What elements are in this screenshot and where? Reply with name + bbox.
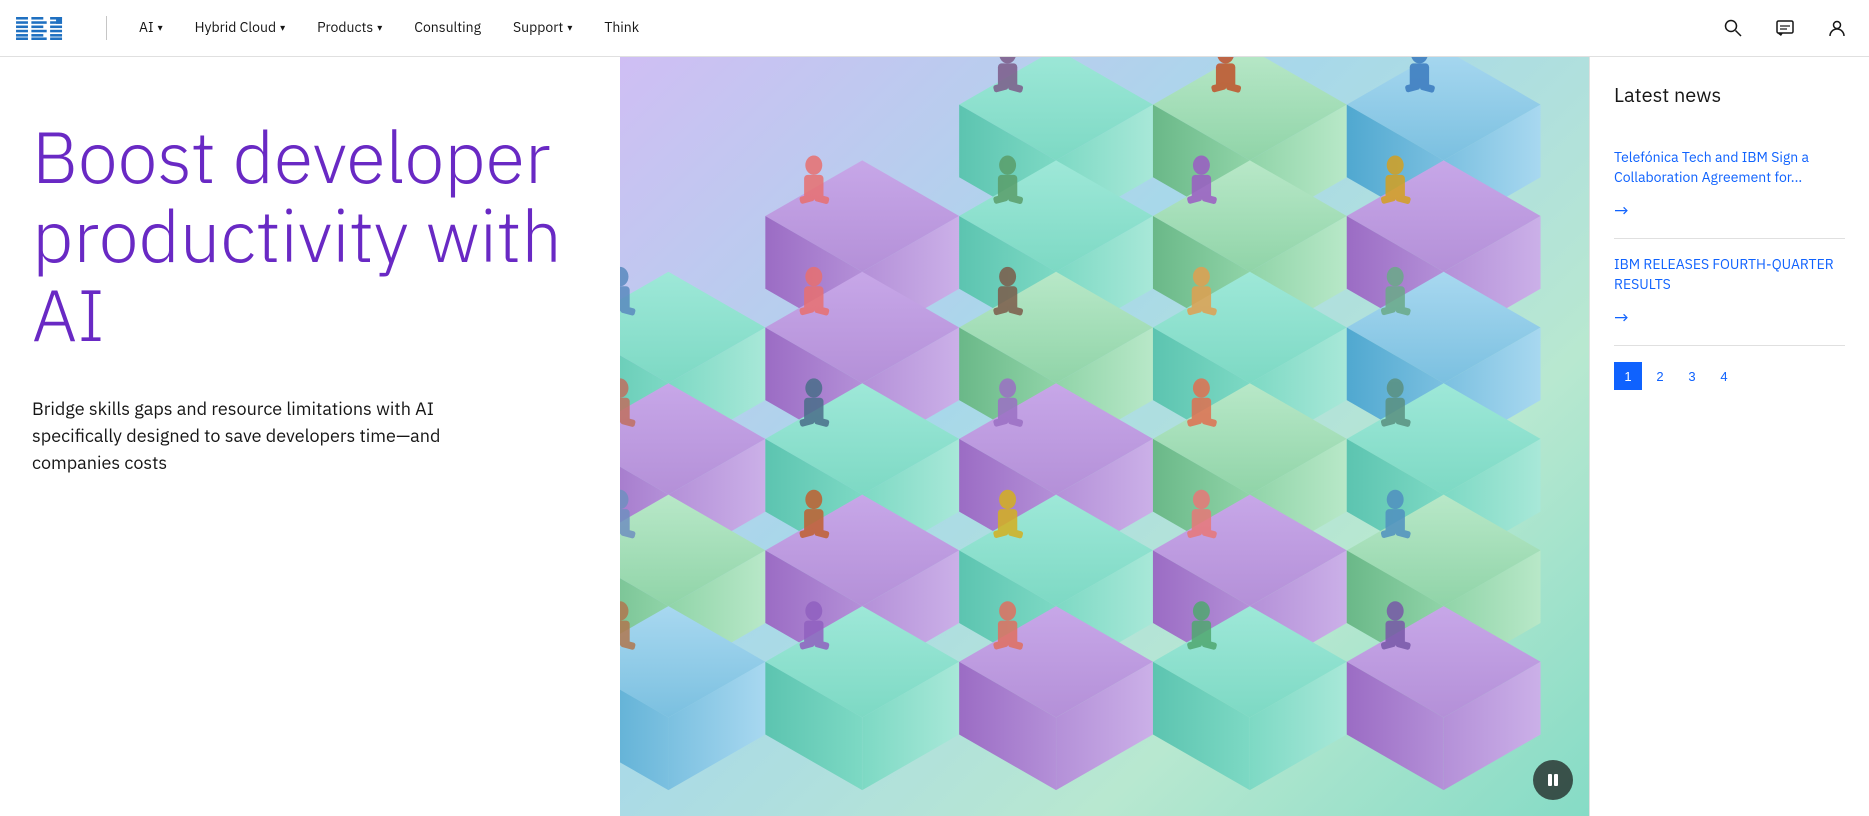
chevron-down-icon: ▾ [158, 21, 163, 34]
hero-image-inner [620, 57, 1589, 816]
nav-label-ai: AI [139, 18, 154, 36]
nav-actions [1709, 0, 1869, 57]
news-link-1[interactable]: Telefónica Tech and IBM Sign a Collabora… [1614, 148, 1845, 187]
chat-button[interactable] [1761, 0, 1809, 57]
nav-label-support: Support [513, 18, 563, 36]
page-btn-3[interactable]: 3 [1678, 362, 1706, 390]
nav-item-products[interactable]: Products ▾ [301, 0, 398, 57]
hero-title: Boost developer productivity with AI [32, 117, 572, 355]
news-link-2[interactable]: IBM RELEASES FOURTH-QUARTER RESULTS [1614, 255, 1845, 294]
user-icon [1827, 18, 1847, 38]
hero-subtitle: Bridge skills gaps and resource limitati… [32, 395, 512, 476]
nav-item-support[interactable]: Support ▾ [497, 0, 588, 57]
hero-image [620, 57, 1589, 816]
news-section-title: Latest news [1614, 81, 1845, 108]
search-icon [1723, 18, 1743, 38]
chat-icon [1775, 18, 1795, 38]
main-nav: AI ▾ Hybrid Cloud ▾ Products ▾ Consultin… [0, 0, 1869, 57]
nav-label-think: Think [604, 18, 639, 36]
chevron-down-icon: ▾ [280, 21, 285, 34]
account-button[interactable] [1813, 0, 1861, 57]
news-panel: Latest news Telefónica Tech and IBM Sign… [1589, 57, 1869, 816]
nav-label-hybrid-cloud: Hybrid Cloud [195, 18, 276, 36]
nav-divider [106, 16, 107, 40]
news-item-1: Telefónica Tech and IBM Sign a Collabora… [1614, 132, 1845, 239]
news-item-2: IBM RELEASES FOURTH-QUARTER RESULTS → [1614, 239, 1845, 346]
search-button[interactable] [1709, 0, 1757, 57]
nav-items: AI ▾ Hybrid Cloud ▾ Products ▾ Consultin… [123, 0, 1709, 57]
page-btn-2[interactable]: 2 [1646, 362, 1674, 390]
news-pagination: 1 2 3 4 [1614, 362, 1845, 390]
page-btn-4[interactable]: 4 [1710, 362, 1738, 390]
hero-section: Boost developer productivity with AI Bri… [0, 57, 1869, 816]
nav-item-ai[interactable]: AI ▾ [123, 0, 179, 57]
page-btn-1[interactable]: 1 [1614, 362, 1642, 390]
pause-button[interactable] [1533, 760, 1573, 800]
nav-label-consulting: Consulting [414, 18, 481, 36]
pause-icon [1545, 772, 1561, 788]
hero-illustration [620, 57, 1589, 816]
ibm-logo-svg [16, 17, 74, 40]
nav-item-consulting[interactable]: Consulting [398, 0, 497, 57]
chevron-down-icon: ▾ [567, 21, 572, 34]
hero-left: Boost developer productivity with AI Bri… [0, 57, 620, 816]
nav-item-hybrid-cloud[interactable]: Hybrid Cloud ▾ [179, 0, 302, 57]
chevron-down-icon: ▾ [377, 21, 382, 34]
nav-label-products: Products [317, 18, 373, 36]
nav-item-think[interactable]: Think [588, 0, 655, 57]
news-arrow-2[interactable]: → [1614, 306, 1629, 329]
ibm-logo[interactable] [16, 17, 74, 40]
news-arrow-1[interactable]: → [1614, 199, 1629, 222]
